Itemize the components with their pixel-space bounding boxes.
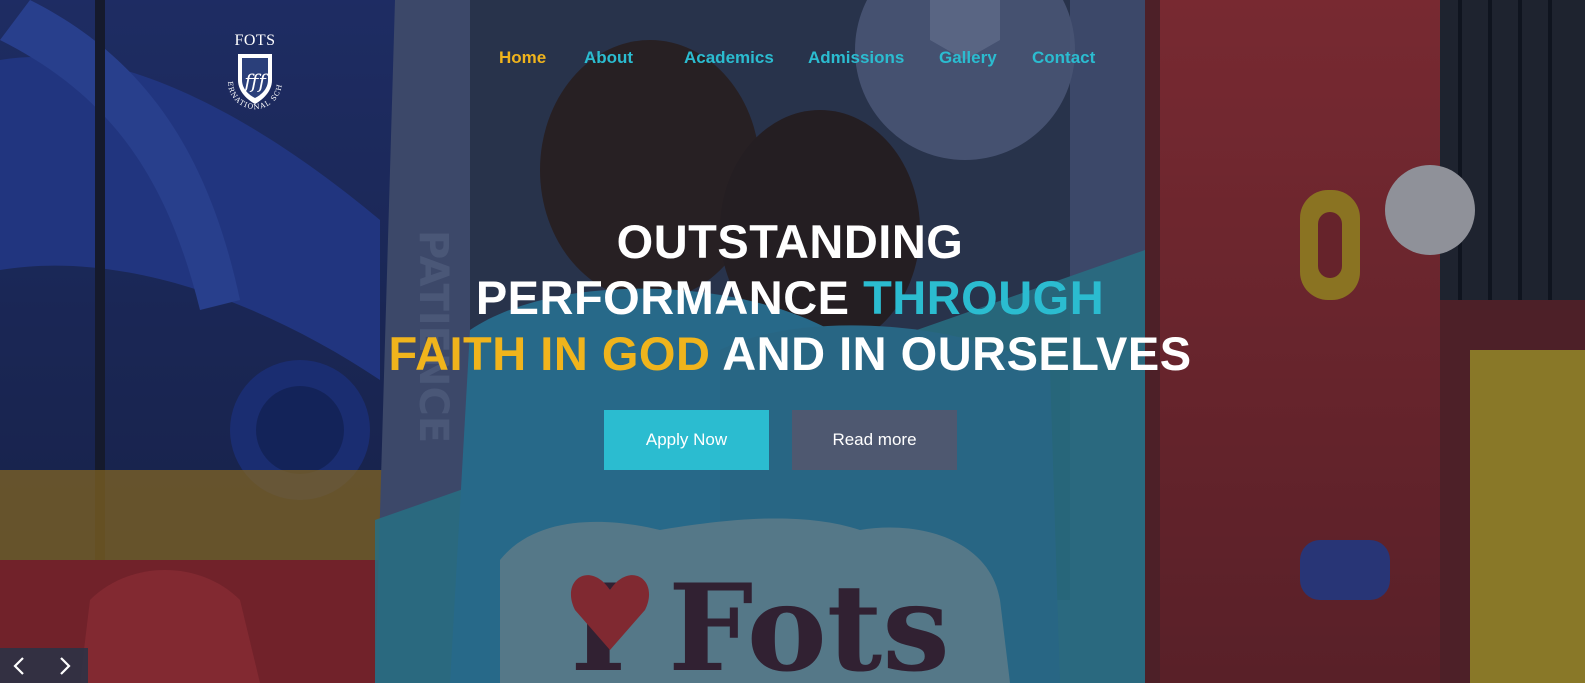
nav-academics[interactable]: Academics (684, 48, 774, 68)
slider-controls (0, 648, 88, 683)
hero-section: I Fots PATIENCE fff INTERNATIONAL SCHOOL… (0, 0, 1585, 683)
chevron-left-icon[interactable] (8, 654, 32, 678)
headline-line-3-white: AND IN OURSELVES (710, 327, 1192, 380)
nav-about[interactable]: About (584, 48, 633, 68)
chevron-right-icon[interactable] (52, 654, 76, 678)
hero-headline: OUTSTANDING PERFORMANCE THROUGH FAITH IN… (290, 214, 1290, 382)
nav-home[interactable]: Home (499, 48, 546, 68)
nav-admissions[interactable]: Admissions (808, 48, 904, 68)
headline-line-1: OUTSTANDING (616, 215, 964, 268)
main-nav: Home About Academics Admissions Gallery … (0, 48, 1585, 70)
svg-text:fff: fff (242, 69, 269, 93)
school-logo[interactable]: fff INTERNATIONAL SCHOOL FOTS (214, 30, 296, 114)
headline-line-3-gold: FAITH IN GOD (388, 327, 711, 380)
headline-line-3: FAITH IN GOD AND IN OURSELVES (290, 326, 1290, 382)
headline-line-2: PERFORMANCE THROUGH (290, 270, 1290, 326)
read-more-button[interactable]: Read more (792, 410, 957, 470)
nav-gallery[interactable]: Gallery (939, 48, 997, 68)
nav-contact[interactable]: Contact (1032, 48, 1095, 68)
apply-now-button[interactable]: Apply Now (604, 410, 769, 470)
headline-line-2-teal: THROUGH (863, 271, 1105, 324)
headline-line-2-white: PERFORMANCE (475, 271, 864, 324)
